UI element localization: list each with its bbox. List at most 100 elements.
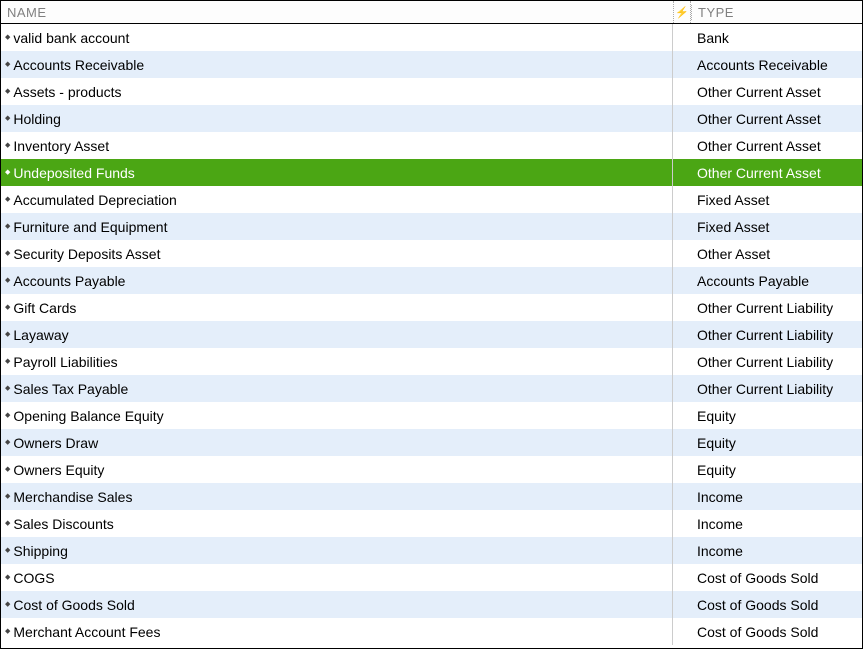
cell-spacer (673, 564, 691, 591)
table-row[interactable]: ◆Security Deposits Asset Other Asset (1, 240, 862, 267)
table-row[interactable]: ◆Sales Tax PayableOther Current Liabilit… (1, 375, 862, 402)
account-name: Accounts Payable (13, 273, 125, 289)
account-name: Merchandise Sales (13, 489, 132, 505)
cell-name: ◆Inventory Asset (1, 132, 673, 159)
cell-name: ◆Assets - products (1, 78, 673, 105)
table-row[interactable]: ◆Merchant Account FeesCost of Goods Sold (1, 618, 862, 645)
account-name: Inventory Asset (13, 138, 109, 154)
table-row[interactable]: ◆Accounts PayableAccounts Payable (1, 267, 862, 294)
table-row[interactable]: ◆Gift CardsOther Current Liability (1, 294, 862, 321)
cell-spacer (673, 132, 691, 159)
cell-type: Cost of Goods Sold (691, 597, 862, 613)
cell-spacer (673, 213, 691, 240)
cell-name: ◆valid bank account (1, 24, 673, 51)
cell-name: ◆Owners Equity (1, 456, 673, 483)
table-row[interactable]: ◆Accumulated Depreciation Fixed Asset (1, 186, 862, 213)
cell-name: ◆Payroll Liabilities (1, 348, 673, 375)
table-row[interactable]: ◆Cost of Goods Sold Cost of Goods Sold (1, 591, 862, 618)
table-row[interactable]: ◆Owners Equity Equity (1, 456, 862, 483)
cell-name: ◆Accounts Payable (1, 267, 673, 294)
account-name: Sales Discounts (13, 516, 113, 532)
cell-spacer (673, 105, 691, 132)
diamond-icon: ◆ (5, 142, 10, 149)
cell-type: Equity (691, 462, 862, 478)
cell-name: ◆Owners Draw (1, 429, 673, 456)
cell-name: ◆Accounts Receivable (1, 51, 673, 78)
cell-spacer (673, 537, 691, 564)
account-name: Security Deposits Asset (13, 246, 160, 262)
cell-name: ◆Accumulated Depreciation (1, 186, 673, 213)
diamond-icon: ◆ (5, 61, 10, 68)
column-header-name[interactable]: NAME (1, 5, 673, 20)
cell-type: Accounts Receivable (691, 57, 862, 73)
table-row[interactable]: ◆Assets - products Other Current Asset (1, 78, 862, 105)
cell-type: Income (691, 516, 862, 532)
account-name: Owners Draw (13, 435, 98, 451)
account-name: Assets - products (13, 84, 121, 100)
cell-spacer (673, 24, 691, 51)
cell-spacer (673, 456, 691, 483)
table-row[interactable]: ◆Inventory AssetOther Current Asset (1, 132, 862, 159)
cell-spacer (673, 510, 691, 537)
cell-type: Accounts Payable (691, 273, 862, 289)
cell-type: Fixed Asset (691, 219, 862, 235)
account-name: Undeposited Funds (13, 165, 134, 181)
cell-spacer (673, 186, 691, 213)
cell-name: ◆Shipping (1, 537, 673, 564)
table-row[interactable]: ◆Undeposited FundsOther Current Asset (1, 159, 862, 186)
diamond-icon: ◆ (5, 223, 10, 230)
account-name: Opening Balance Equity (13, 408, 163, 424)
cell-spacer (673, 51, 691, 78)
table-row[interactable]: ◆HoldingOther Current Asset (1, 105, 862, 132)
diamond-icon: ◆ (5, 466, 10, 473)
cell-type: Fixed Asset (691, 192, 862, 208)
table-row[interactable]: ◆ShippingIncome (1, 537, 862, 564)
cell-name: ◆Cost of Goods Sold (1, 591, 673, 618)
diamond-icon: ◆ (5, 115, 10, 122)
table-body: ◆valid bank accountBank◆Accounts Receiva… (1, 24, 862, 645)
account-name: Merchant Account Fees (13, 624, 160, 640)
account-name: Layaway (13, 327, 68, 343)
cell-type: Other Current Liability (691, 354, 862, 370)
table-row[interactable]: ◆Sales Discounts Income (1, 510, 862, 537)
diamond-icon: ◆ (5, 250, 10, 257)
cell-name: ◆Holding (1, 105, 673, 132)
diamond-icon: ◆ (5, 358, 10, 365)
cell-name: ◆COGS (1, 564, 673, 591)
table-row[interactable]: ◆Merchandise SalesIncome (1, 483, 862, 510)
table-row[interactable]: ◆Opening Balance EquityEquity (1, 402, 862, 429)
accounts-table: NAME ⚡ TYPE ◆valid bank accountBank◆Acco… (0, 0, 863, 649)
column-header-lightning[interactable]: ⚡ (673, 1, 691, 23)
cell-type: Other Current Asset (691, 84, 862, 100)
cell-type: Other Asset (691, 246, 862, 262)
diamond-icon: ◆ (5, 169, 10, 176)
table-row[interactable]: ◆valid bank account Bank (1, 24, 862, 51)
cell-spacer (673, 321, 691, 348)
cell-spacer (673, 483, 691, 510)
account-name: Shipping (13, 543, 68, 559)
cell-type: Bank (691, 30, 862, 46)
diamond-icon: ◆ (5, 196, 10, 203)
cell-name: ◆Security Deposits Asset (1, 240, 673, 267)
cell-name: ◆Sales Discounts (1, 510, 673, 537)
table-row[interactable]: ◆Accounts ReceivableAccounts Receivable (1, 51, 862, 78)
table-row[interactable]: ◆LayawayOther Current Liability (1, 321, 862, 348)
account-name: valid bank account (13, 30, 129, 46)
cell-type: Cost of Goods Sold (691, 570, 862, 586)
account-name: Accumulated Depreciation (13, 192, 176, 208)
table-row[interactable]: ◆Payroll Liabilities Other Current Liabil… (1, 348, 862, 375)
account-name: Accounts Receivable (13, 57, 144, 73)
lightning-icon: ⚡ (675, 6, 689, 19)
table-row[interactable]: ◆Furniture and Equipment Fixed Asset (1, 213, 862, 240)
diamond-icon: ◆ (5, 439, 10, 446)
cell-spacer (673, 78, 691, 105)
cell-spacer (673, 267, 691, 294)
table-row[interactable]: ◆Owners DrawEquity (1, 429, 862, 456)
account-name: Gift Cards (13, 300, 76, 316)
diamond-icon: ◆ (5, 331, 10, 338)
column-header-type[interactable]: TYPE (691, 5, 862, 20)
cell-name: ◆Furniture and Equipment (1, 213, 673, 240)
cell-name: ◆Undeposited Funds (1, 159, 673, 186)
table-row[interactable]: ◆COGS Cost of Goods Sold (1, 564, 862, 591)
account-name: Sales Tax Payable (13, 381, 128, 397)
